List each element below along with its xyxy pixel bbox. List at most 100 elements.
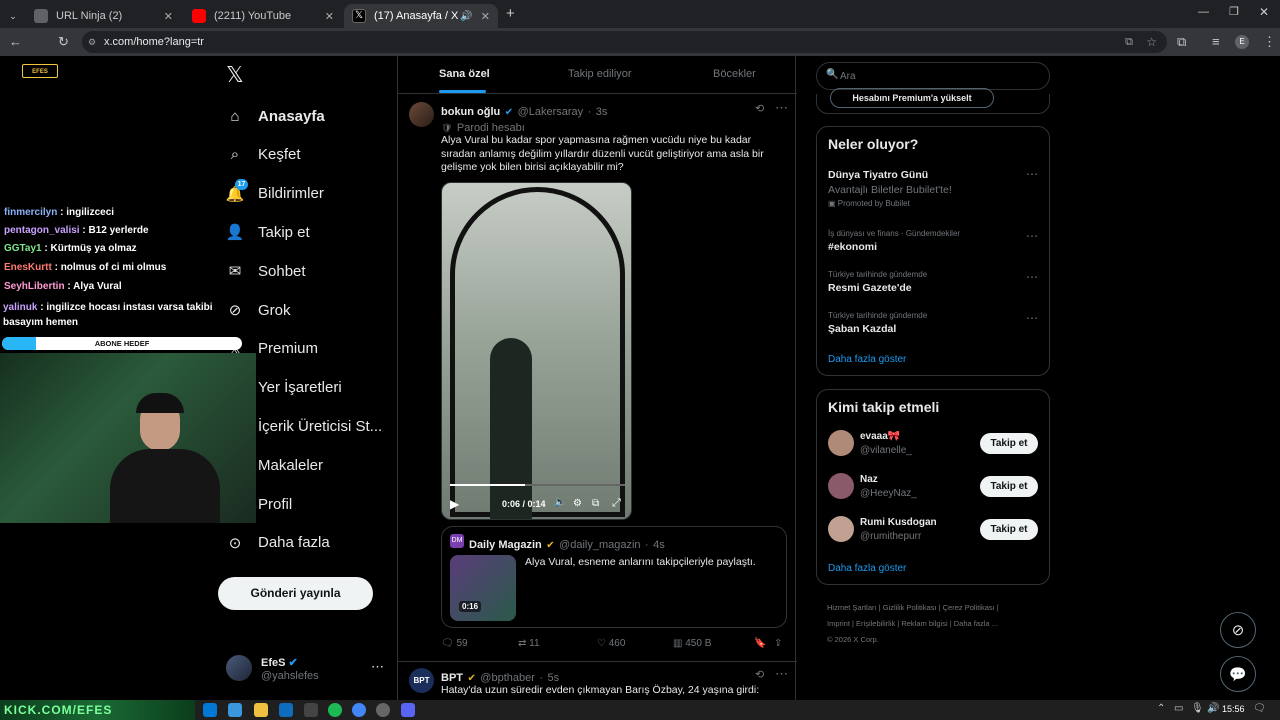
follow-button[interactable]: Takip et (980, 519, 1038, 540)
avatar[interactable] (409, 102, 434, 127)
chat-username[interactable]: yalinuk (3, 302, 37, 313)
more-dots-icon[interactable]: ⋯ (1026, 311, 1038, 325)
chat-username[interactable]: pentagon_valisi (4, 225, 80, 236)
footer-link[interactable]: Reklam bilgisi (901, 619, 947, 628)
tab-bugs[interactable]: Böcekler (713, 68, 756, 80)
obs-icon[interactable] (376, 703, 390, 717)
follow-suggestion[interactable]: Rumi Kusdogan @rumithepurr Takip et (817, 514, 1049, 550)
play-icon[interactable]: ▶ (450, 497, 459, 511)
search-input[interactable]: 🔍 Ara (816, 62, 1050, 90)
more-dots-icon[interactable]: ⋯ (775, 666, 788, 682)
more-dots-icon[interactable]: ⋯ (1026, 270, 1038, 284)
footer-link[interactable]: Çerez Politikası (943, 603, 995, 612)
footer-link[interactable]: Imprint (827, 619, 850, 628)
copilot-icon[interactable] (228, 703, 242, 717)
close-icon[interactable]: ✕ (325, 10, 334, 23)
spotify-icon[interactable] (328, 703, 342, 717)
tab-url-ninja[interactable]: URL Ninja (2) ✕ (26, 4, 181, 28)
premium-upgrade-chip[interactable]: Hesabını Premium'a yükselt (830, 88, 994, 108)
audio-icon[interactable]: 🔊 (460, 11, 472, 22)
video-player[interactable]: ▶ 0:06 / 0:14 🔈 ⚙ ⧉ ⤢ (441, 182, 632, 520)
views-button[interactable]: ▥ 450 B (673, 638, 711, 649)
quote-author[interactable]: Daily Magazin (469, 539, 542, 551)
footer-link[interactable]: Erişilebilirlik (856, 619, 895, 628)
tab-for-you[interactable]: Sana özel (439, 68, 490, 80)
volume-icon[interactable]: 🔈 (554, 497, 566, 508)
footer-link[interactable]: Daha fazla ... (954, 619, 998, 628)
grok-icon[interactable]: ⟲ (755, 668, 764, 681)
more-dots-icon[interactable]: ⋯ (1026, 229, 1038, 243)
media-control-icon[interactable]: ≡ (1212, 34, 1220, 49)
window-close-button[interactable]: ✕ (1259, 5, 1269, 19)
more-dots-icon[interactable]: ⋯ (371, 659, 384, 675)
trend-item[interactable]: İş dünyası ve finans · Gündemdekiler #eko… (817, 229, 1049, 269)
tab-search-button[interactable]: ⌄ (4, 4, 22, 28)
follow-suggestion[interactable]: evaaa🎀 @vilanelle_ Takip et (817, 428, 1049, 464)
author-handle[interactable]: @Lakersaray (518, 106, 584, 118)
store-icon[interactable] (304, 703, 318, 717)
share-icon[interactable]: ⇪ (774, 638, 782, 649)
browser-menu-icon[interactable]: ⋮ (1263, 34, 1276, 50)
network-icon[interactable]: ▭ (1174, 703, 1183, 714)
quote-tweet[interactable]: DM Daily Magazin ✔ @daily_magazin · 4s 0… (441, 526, 787, 628)
pip-icon[interactable]: ⧉ (592, 498, 599, 509)
discord-icon[interactable] (401, 703, 415, 717)
reload-icon[interactable]: ↻ (58, 34, 69, 50)
file-explorer-icon[interactable] (254, 703, 268, 717)
tweet[interactable]: bokun oğlu ✔ @Lakersaray · 3s ⟲ ⋯ 🛡 Paro… (398, 94, 797, 662)
settings-icon[interactable]: ⚙ (573, 498, 582, 509)
footer-link[interactable]: Gizlilik Politikası (883, 603, 937, 612)
chat-username[interactable]: finmercilyn (4, 207, 57, 218)
microphone-icon[interactable]: 🎙 (1191, 703, 1204, 714)
follow-button[interactable]: Takip et (980, 476, 1038, 497)
more-dots-icon[interactable]: ⋯ (1026, 167, 1038, 181)
tweet-time[interactable]: 3s (596, 106, 608, 118)
bookmark-star-icon[interactable]: ☆ (1146, 31, 1157, 53)
trend-item[interactable]: Türkiye tarihinde gündemde Şaban Kazdal ⋯ (817, 311, 1049, 351)
tweet-time[interactable]: 5s (547, 672, 559, 684)
show-more-link[interactable]: Daha fazla göster (828, 563, 906, 574)
tweet[interactable]: BPT BPT ✔ @bpthaber · 5s ⟲ ⋯ Hatay'da uz… (398, 662, 797, 700)
chat-username[interactable]: EnesKurtt (4, 262, 52, 273)
author-name[interactable]: bokun oğlu (441, 106, 500, 118)
chrome-icon[interactable] (352, 703, 366, 717)
outlook-icon[interactable] (279, 703, 293, 717)
reply-button[interactable]: 🗨 59 (441, 638, 468, 649)
edge-icon[interactable] (203, 703, 217, 717)
messages-float-button[interactable]: 💬 (1220, 656, 1256, 692)
more-dots-icon[interactable]: ⋯ (775, 100, 788, 116)
extensions-icon[interactable]: ⧉ (1177, 34, 1186, 50)
tab-following[interactable]: Takip ediliyor (568, 68, 632, 80)
close-icon[interactable]: ✕ (164, 10, 173, 23)
profile-avatar[interactable]: E (1235, 35, 1249, 49)
close-icon[interactable]: ✕ (481, 10, 490, 23)
notification-icon[interactable]: 🗨 (1253, 703, 1266, 714)
avatar[interactable]: BPT (409, 668, 434, 693)
back-icon[interactable]: ← (9, 34, 22, 49)
trend-item[interactable]: Dünya Tiyatro Günü Avantajlı Biletler Bub… (817, 165, 1049, 208)
trend-item[interactable]: Türkiye tarihinde gündemde Resmi Gazete'd… (817, 270, 1049, 310)
grok-icon[interactable]: ⟲ (755, 102, 764, 115)
minimize-button[interactable]: — (1198, 6, 1209, 18)
avatar[interactable] (828, 473, 854, 499)
bookmark-icon[interactable]: 🔖 (754, 638, 766, 649)
grok-float-button[interactable]: ⊘ (1220, 612, 1256, 648)
follow-suggestion[interactable]: Naz @HeeyNaz_ Takip et (817, 471, 1049, 507)
install-app-icon[interactable]: ⧉ (1125, 31, 1133, 53)
site-info-icon[interactable]: ⚙ (88, 31, 96, 53)
clock[interactable]: 15:56 (1222, 704, 1245, 714)
new-tab-button[interactable]: + (506, 5, 515, 22)
author-handle[interactable]: @bpthaber (480, 672, 535, 684)
chat-username[interactable]: SeyhLibertin (4, 281, 65, 292)
avatar[interactable] (828, 430, 854, 456)
footer-link[interactable]: Hizmet Şartları (827, 603, 877, 612)
repost-button[interactable]: ⇄ 11 (518, 638, 540, 649)
tab-x-home[interactable]: 𝕏 (17) Anasayfa / X 🔊 ✕ (344, 4, 498, 28)
address-bar[interactable]: ⚙ x.com/home?lang=tr ⧉ ☆ (82, 31, 1167, 53)
quote-thumbnail[interactable]: 0:16 (450, 555, 516, 621)
fullscreen-icon[interactable]: ⤢ (612, 497, 621, 510)
restore-button[interactable]: ❐ (1229, 5, 1239, 18)
like-button[interactable]: ♡ 460 (597, 638, 625, 649)
show-more-link[interactable]: Daha fazla göster (828, 354, 906, 365)
tab-youtube[interactable]: (2211) YouTube ✕ (184, 4, 342, 28)
